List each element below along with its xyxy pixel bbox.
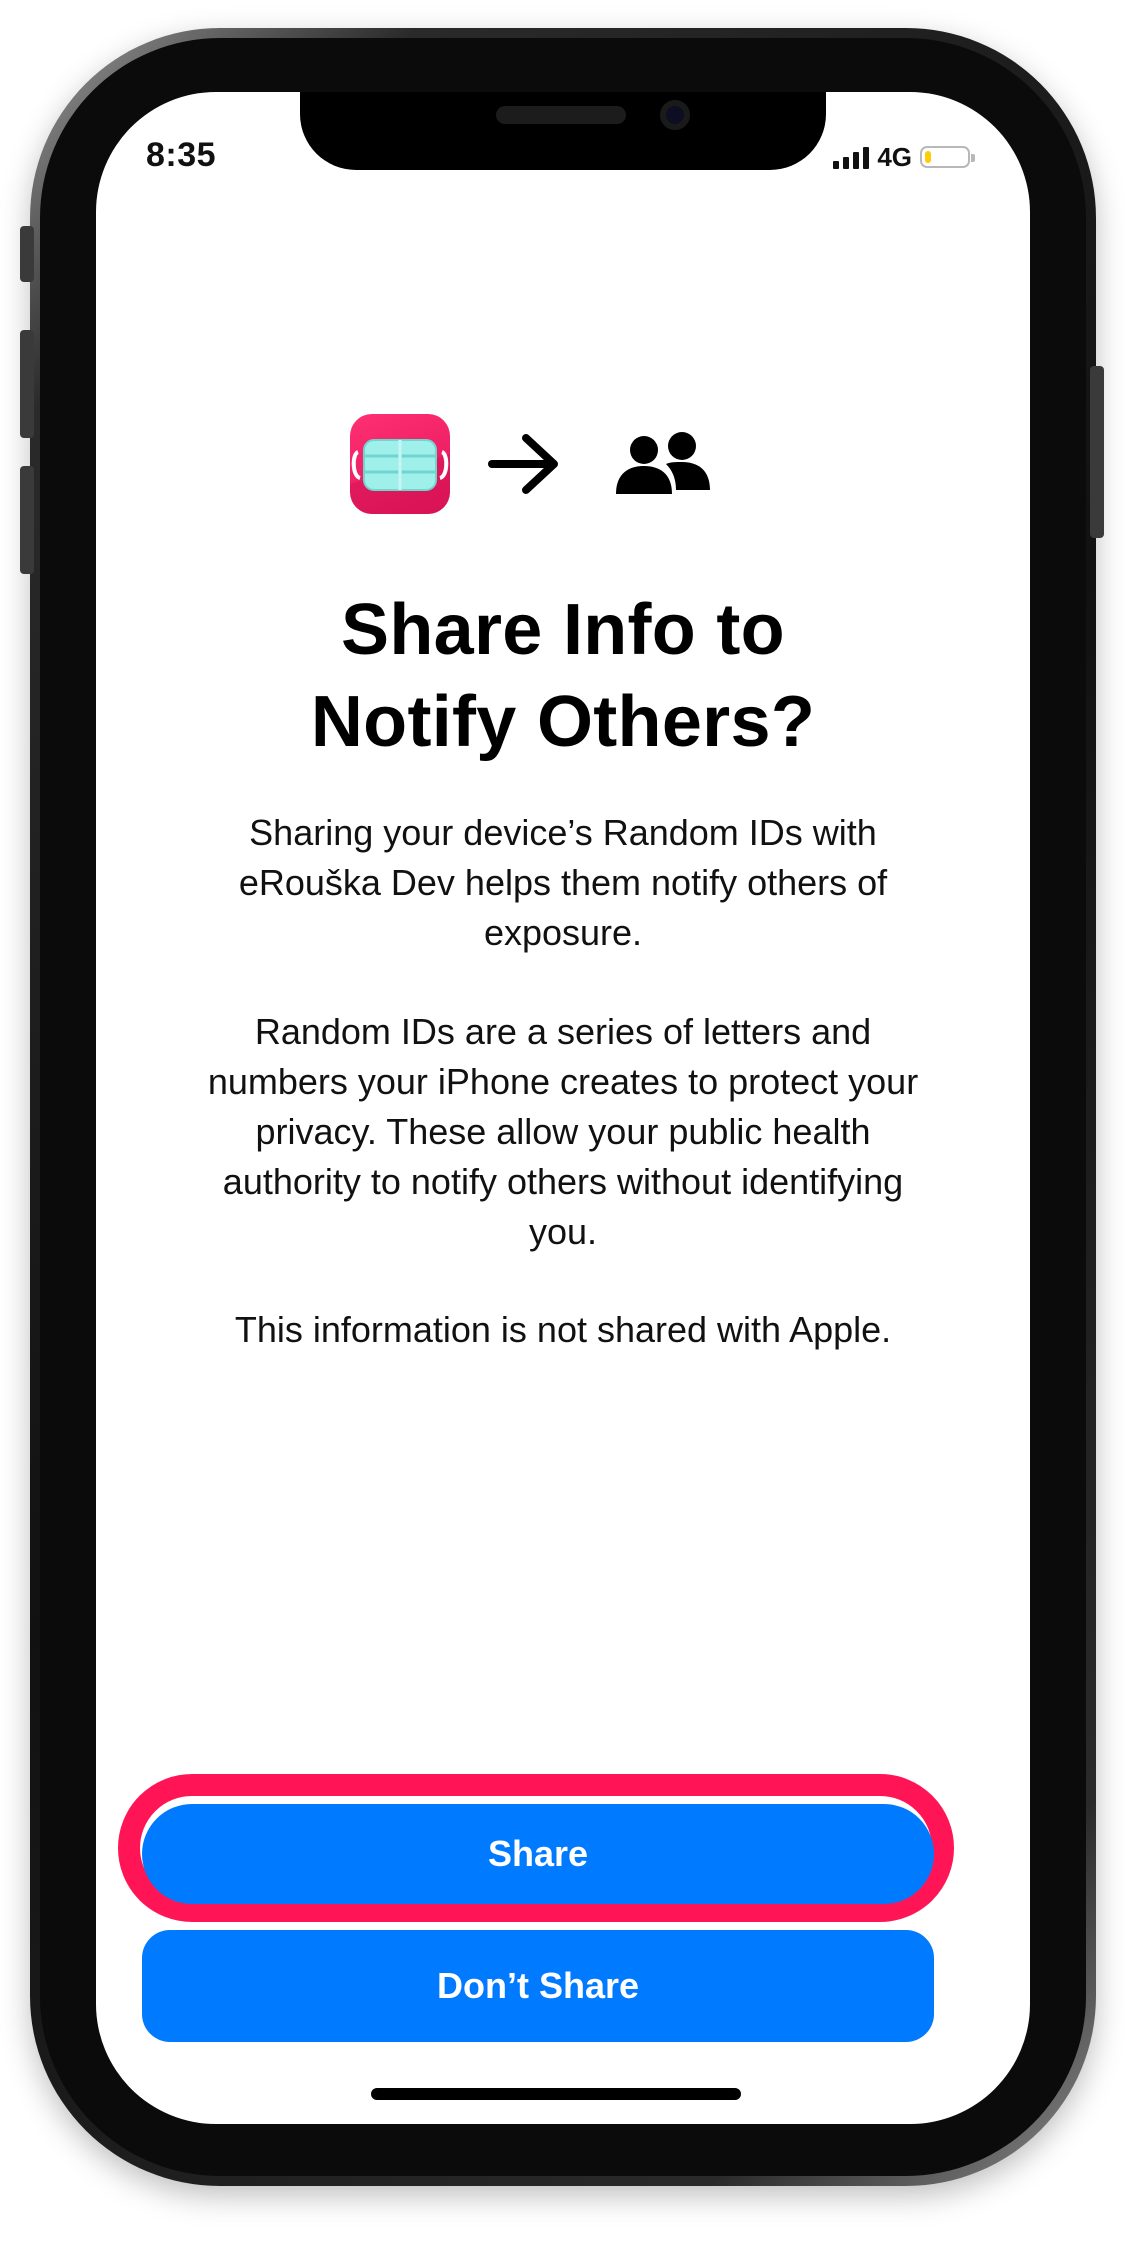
status-time: 8:35 [146,136,217,174]
description-paragraph-2: Random IDs are a series of letters and n… [146,1007,980,1257]
apple-disclaimer: This information is not shared with Appl… [146,1305,980,1355]
volume-up-button [20,330,34,438]
screen: 8:35 4G Share Info to Notify Others? Sha… [96,92,1030,2124]
dialog-title: Share Info to Notify Others? [96,584,1030,768]
share-button[interactable]: Share [142,1804,934,1904]
volume-down-button [20,466,34,574]
mute-switch [20,226,34,282]
network-type: 4G [877,141,912,172]
text-line: numbers your iPhone creates to protect y… [207,1061,919,1102]
header-icon-row [350,414,750,524]
cellular-signal-icon [833,145,870,169]
text-line: exposure. [483,912,643,953]
front-camera [660,100,690,130]
text-line: you. [528,1211,598,1252]
face-mask-app-icon [350,414,450,514]
dont-share-button[interactable]: Don’t Share [142,1930,934,2042]
text-line: eRouška Dev helps them notify others of [238,862,888,903]
text-line: This information is not shared with Appl… [234,1309,892,1350]
power-button [1090,366,1104,538]
people-icon [616,432,710,494]
speaker-grille [496,106,626,124]
text-line: Random IDs are a series of letters and [254,1011,872,1052]
description-paragraph-1: Sharing your device’s Random IDs with eR… [146,808,980,958]
text-line: privacy. These allow your public health [255,1111,871,1152]
text-line: Sharing your device’s Random IDs with [249,812,877,853]
home-indicator[interactable] [371,2088,741,2100]
text-line: authority to notify others without ident… [222,1161,904,1202]
arrow-right-icon [488,434,558,494]
status-indicators: 4G [833,141,975,172]
title-line: Notify Others? [310,682,816,762]
battery-icon [920,146,975,168]
notch [300,92,826,170]
title-line: Share Info to [341,590,785,670]
